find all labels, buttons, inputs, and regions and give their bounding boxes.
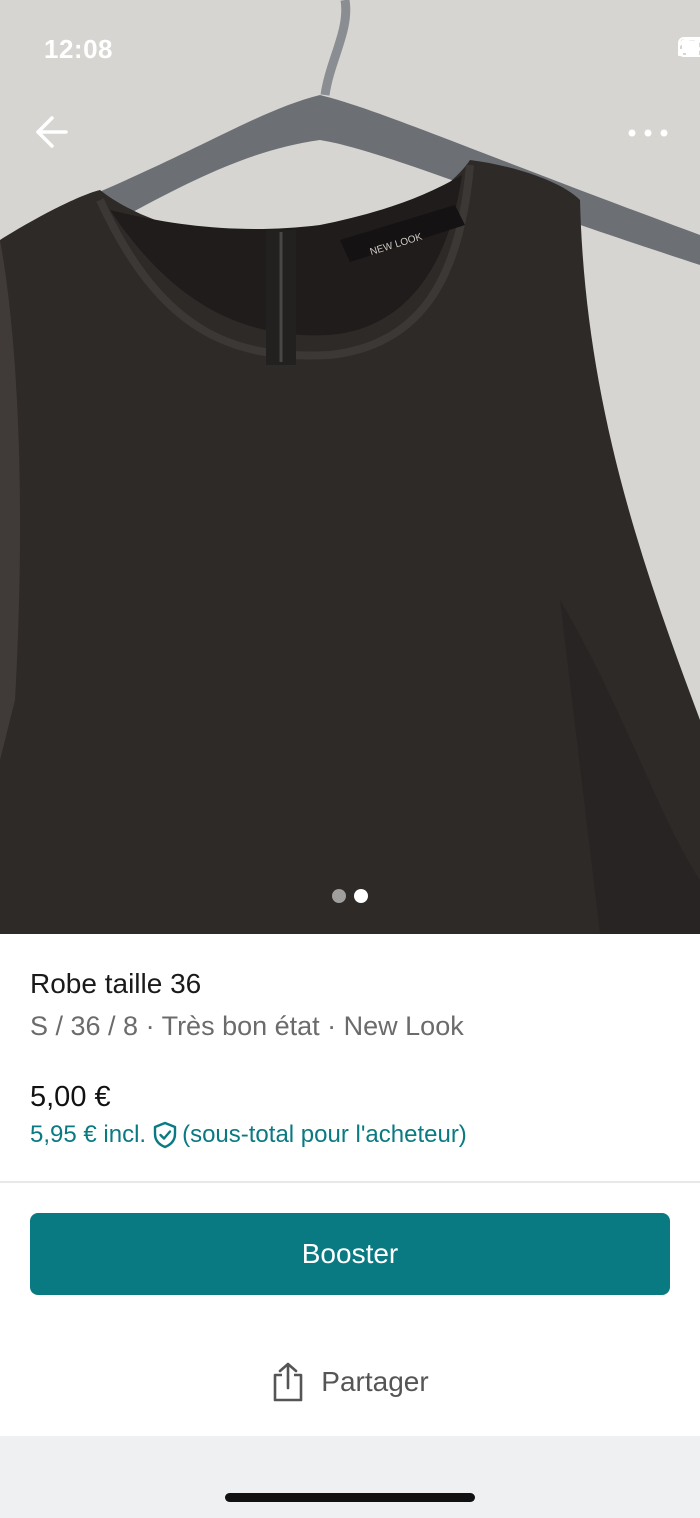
pagination-dot-active[interactable] — [354, 889, 368, 903]
share-button[interactable]: Partager — [0, 1350, 700, 1414]
more-options-button[interactable] — [624, 118, 672, 148]
arrow-left-icon — [36, 116, 68, 148]
shield-check-icon — [153, 1121, 177, 1149]
bottom-bar — [0, 1436, 700, 1518]
status-bar: 12:08 — [0, 0, 700, 100]
listing-subtitle: S / 36 / 8 · Très bon état · New Look — [30, 1011, 464, 1041]
product-photo[interactable]: NEW LOOK 12:08 — [0, 0, 700, 934]
listing-info: Robe taille 36 S / 36 / 8 · Très bon éta… — [30, 966, 670, 1044]
photo-pagination — [0, 889, 700, 903]
buyer-price-note: (sous-total pour l'acheteur) — [182, 1121, 467, 1148]
back-button[interactable] — [30, 112, 74, 152]
buyer-price-amount: 5,95 € incl. — [30, 1121, 147, 1148]
home-indicator[interactable] — [225, 1493, 475, 1502]
buyer-price-info[interactable]: 5,95 € incl. (sous-total pour l'acheteur… — [30, 1118, 467, 1152]
status-time: 12:08 — [44, 34, 113, 64]
divider — [0, 1181, 700, 1183]
share-label: Partager — [321, 1366, 429, 1397]
more-horizontal-icon — [628, 129, 668, 137]
listing-title: Robe taille 36 — [30, 968, 202, 999]
share-icon — [273, 1362, 303, 1402]
listing-price: 5,00 € — [30, 1081, 111, 1113]
pagination-dot[interactable] — [332, 889, 346, 903]
booster-button[interactable]: Booster — [30, 1213, 670, 1295]
dress-photo-image: NEW LOOK — [0, 0, 700, 934]
battery-icon — [678, 37, 700, 57]
